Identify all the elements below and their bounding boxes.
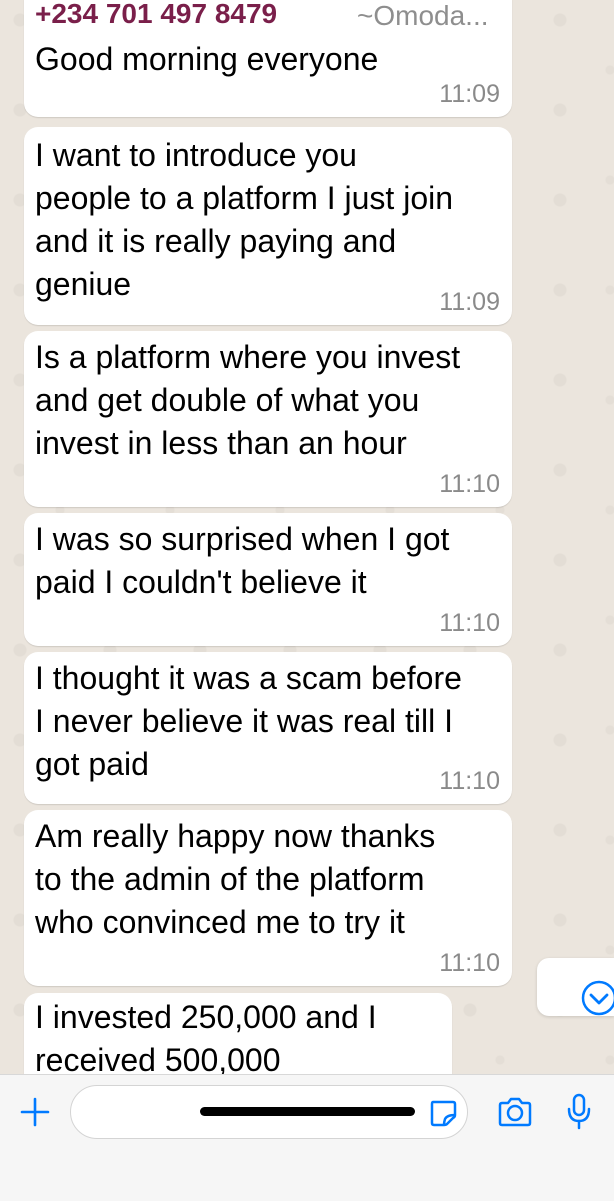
composer-bar — [0, 1074, 614, 1201]
message-bubble[interactable]: I was so surprised when I got paid I cou… — [24, 513, 512, 646]
message-text: I want to introduce you people to a plat… — [35, 137, 454, 302]
sender-phone[interactable]: +234 701 497 8479 — [35, 0, 277, 30]
message-bubble[interactable]: I thought it was a scam before I never b… — [24, 652, 512, 804]
message-text: Is a platform where you invest and get d… — [35, 339, 461, 461]
scroll-to-bottom-button[interactable] — [537, 958, 614, 1016]
home-indicator — [200, 1107, 415, 1116]
message-bubble[interactable]: Am really happy now thanks to the admin … — [24, 810, 512, 986]
sticker-icon[interactable] — [428, 1098, 458, 1133]
message-text: I was so surprised when I got paid I cou… — [35, 521, 450, 600]
plus-icon[interactable] — [20, 1097, 50, 1132]
message-time: 11:10 — [439, 949, 500, 977]
chat-messages[interactable]: +234 701 497 8479 ~Omoda... Good morning… — [0, 0, 614, 1074]
message-bubble[interactable]: I want to introduce you people to a plat… — [24, 127, 512, 325]
message-time: 11:10 — [439, 609, 500, 637]
message-text: I thought it was a scam before I never b… — [35, 660, 462, 782]
message-time: 11:10 — [439, 767, 500, 795]
message-time: 11:09 — [439, 288, 500, 316]
message-bubble[interactable]: Is a platform where you invest and get d… — [24, 331, 512, 507]
message-bubble[interactable]: +234 701 497 8479 ~Omoda... Good morning… — [24, 0, 512, 117]
message-text: I invested 250,000 and I received 500,00… — [35, 999, 377, 1074]
message-time: 11:09 — [439, 80, 500, 108]
microphone-icon[interactable] — [566, 1093, 592, 1136]
message-bubble[interactable]: I invested 250,000 and I received 500,00… — [24, 993, 452, 1074]
sender-name[interactable]: ~Omoda... — [357, 0, 489, 32]
camera-icon[interactable] — [497, 1097, 533, 1132]
message-time: 11:10 — [439, 470, 500, 498]
message-text: Am really happy now thanks to the admin … — [35, 818, 436, 940]
